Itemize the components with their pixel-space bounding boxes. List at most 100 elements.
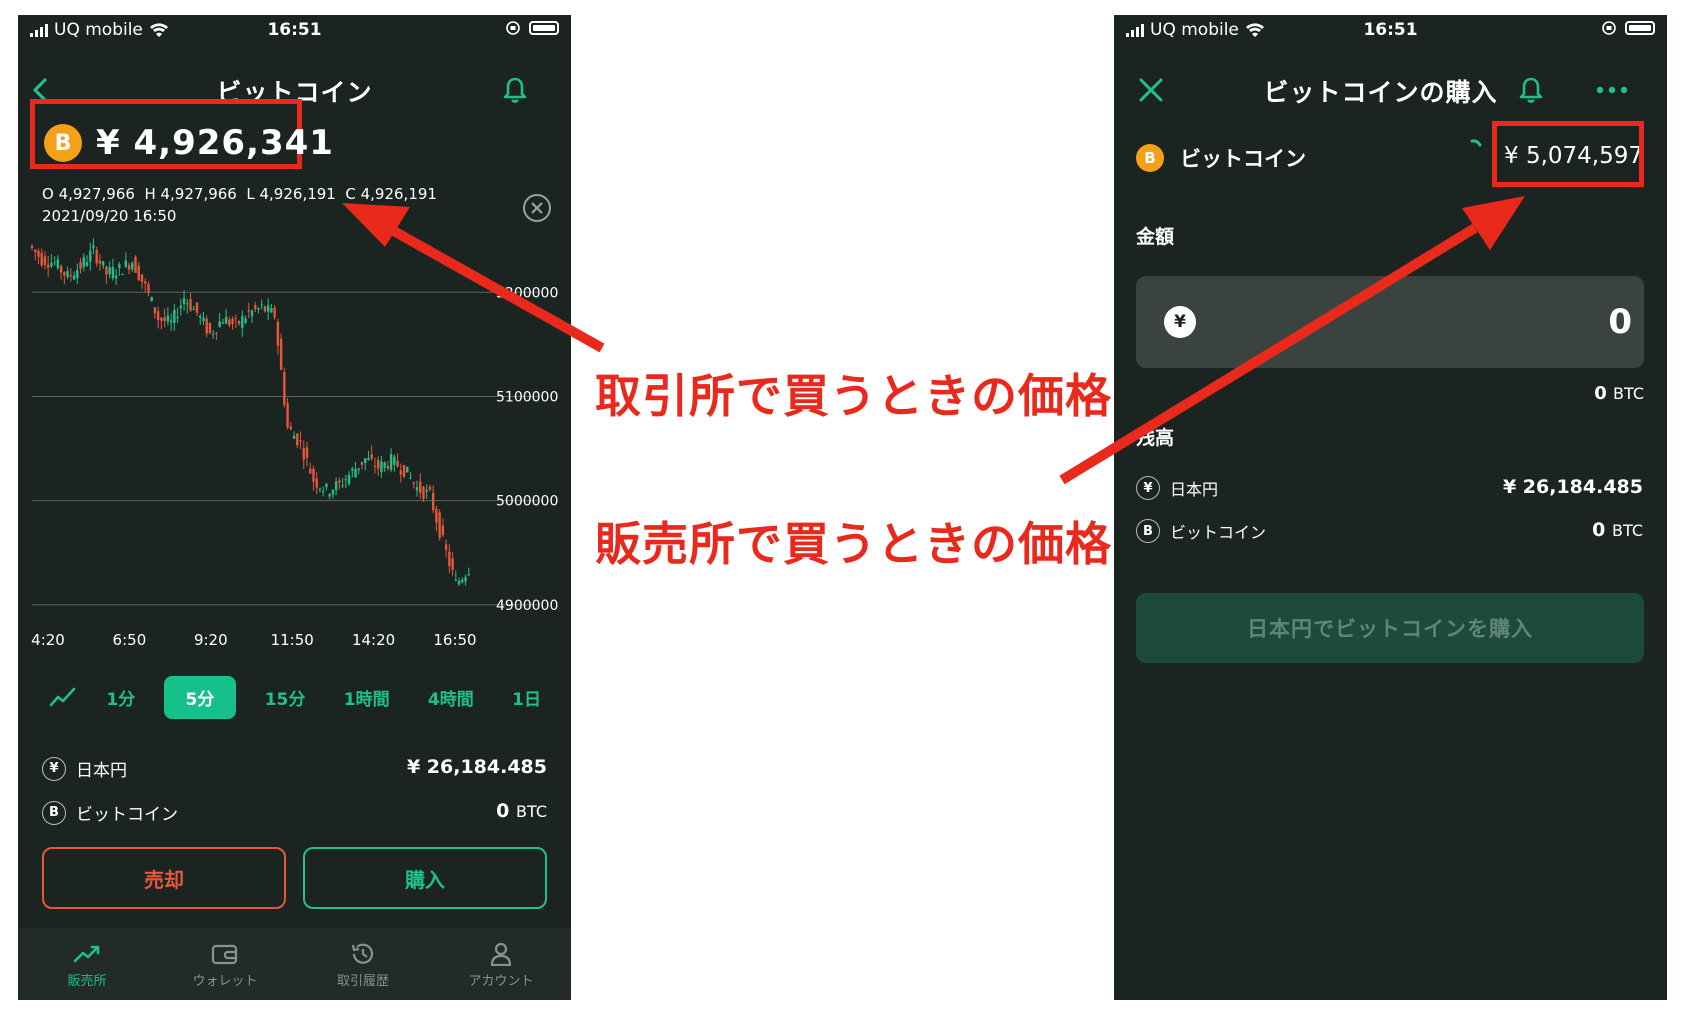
candle-body [451,558,454,570]
candle-body [182,298,186,304]
status-right [505,20,559,36]
candle-body [228,319,231,326]
candle-body [422,486,425,499]
amount-btc-value: 0 [1594,383,1607,404]
candle-body [244,318,247,323]
candle-body [231,318,234,324]
candle-body [376,459,380,469]
balance-label: 残高 [1136,427,1175,449]
bell-icon[interactable] [1514,73,1548,107]
y-tick-label: 5100000 [496,389,558,405]
amount-label: 金額 [1136,226,1175,248]
candle-body [118,263,121,269]
tab-history[interactable]: 取引履歴 [294,928,432,989]
candle-body [92,245,95,249]
candle-body [328,494,331,497]
yen-icon: ¥ [42,756,66,781]
candle-body [315,478,318,488]
candle-body [351,468,354,471]
candle-body [195,302,199,313]
candle-body [131,263,134,270]
candle-body [205,318,208,334]
status-bar: UQ mobile 16:51 [1114,15,1667,45]
bell-icon[interactable] [498,73,532,107]
balance-jpy-label: 日本円 [76,761,127,781]
amount-input[interactable]: ¥ 0 [1136,276,1644,368]
timeframe-1h[interactable]: 1時間 [334,677,400,718]
candle-body [441,525,445,536]
candle-body [467,574,470,576]
sell-button[interactable]: 売却 [42,847,286,909]
candle-body [406,466,409,473]
candle-body [325,483,328,488]
candle-body [63,272,66,276]
candle-body [173,309,176,323]
balance-btc-amount: 0 [496,800,510,822]
candle-body [76,270,79,279]
wallet-icon [211,944,238,965]
candle-body [321,491,325,493]
more-icon[interactable] [1592,73,1632,107]
candle-body [312,468,315,482]
battery-icon [529,21,559,35]
candle-body [218,321,221,327]
candle-body [199,316,202,318]
candle-body [179,305,183,309]
candle-body [124,260,128,267]
candle-body [208,323,212,333]
tab-wallet[interactable]: ウォレット [156,928,294,989]
buy-with-jpy-button[interactable]: 日本円でビットコインを購入 [1136,593,1644,663]
candle-body [72,275,76,280]
tab-wallet-label: ウォレット [192,974,258,989]
candle-body [101,261,105,266]
candle-body [260,304,263,306]
x-tick-label: 6:50 [113,631,147,649]
annotation-sales: 販売所で買うときの価格 [595,517,1112,571]
candle-body [270,308,273,313]
candle-body [144,281,147,284]
candle-body [169,320,173,323]
x-tick-label: 4:20 [31,631,65,649]
balance-btc-label: ビットコイン [1170,523,1267,542]
candle-body [279,338,283,370]
tab-history-label: 取引履歴 [336,974,389,989]
candle-body [56,259,60,268]
buy-button[interactable]: 購入 [303,847,547,909]
candle-body [153,307,157,314]
candle-body [461,579,464,583]
candle-body [266,305,270,312]
balance-btc: B ビットコイン [42,800,178,825]
amount-btc-unit: BTC [1613,384,1644,403]
timeframe-1d[interactable]: 1日 [502,677,551,718]
tab-account-label: アカウント [468,974,534,989]
candle-body [396,461,399,467]
candle-body [425,489,428,492]
timeframe-15m[interactable]: 15分 [255,677,316,718]
ohlc-values: O 4,927,966 H 4,927,966 L 4,926,191 C 4,… [42,185,437,203]
y-tick-label: 5000000 [496,494,558,510]
candle-body [234,318,238,320]
price-chart[interactable]: 5200000 5100000 5000000 4900000 4:20 6:50 9:20… [18,230,571,680]
candle-body [95,249,98,264]
candle-body [354,469,357,478]
x-tick-label: 11:50 [271,631,314,649]
candle-body [273,307,276,318]
candle-body [357,468,360,470]
timeframe-1m[interactable]: 1分 [96,677,145,718]
candle-body [59,265,63,273]
timeframe-5m[interactable]: 5分 [163,675,237,719]
tab-sales[interactable]: 販売所 [18,928,156,989]
tab-account[interactable]: アカウント [432,928,570,989]
candle-body [364,458,367,463]
close-circle-icon[interactable] [522,193,552,223]
tab-bar: 販売所 ウォレット 取引履歴 アカウント [18,928,571,1000]
trend-up-icon [73,945,100,963]
timeframe-4h[interactable]: 4時間 [418,677,484,718]
candle-body [318,488,322,490]
candle-body [163,317,166,321]
candle-body [296,433,299,446]
candle-body [367,458,370,460]
candle-body [370,454,373,459]
candle-body [435,508,438,523]
line-chart-icon[interactable] [48,686,78,708]
